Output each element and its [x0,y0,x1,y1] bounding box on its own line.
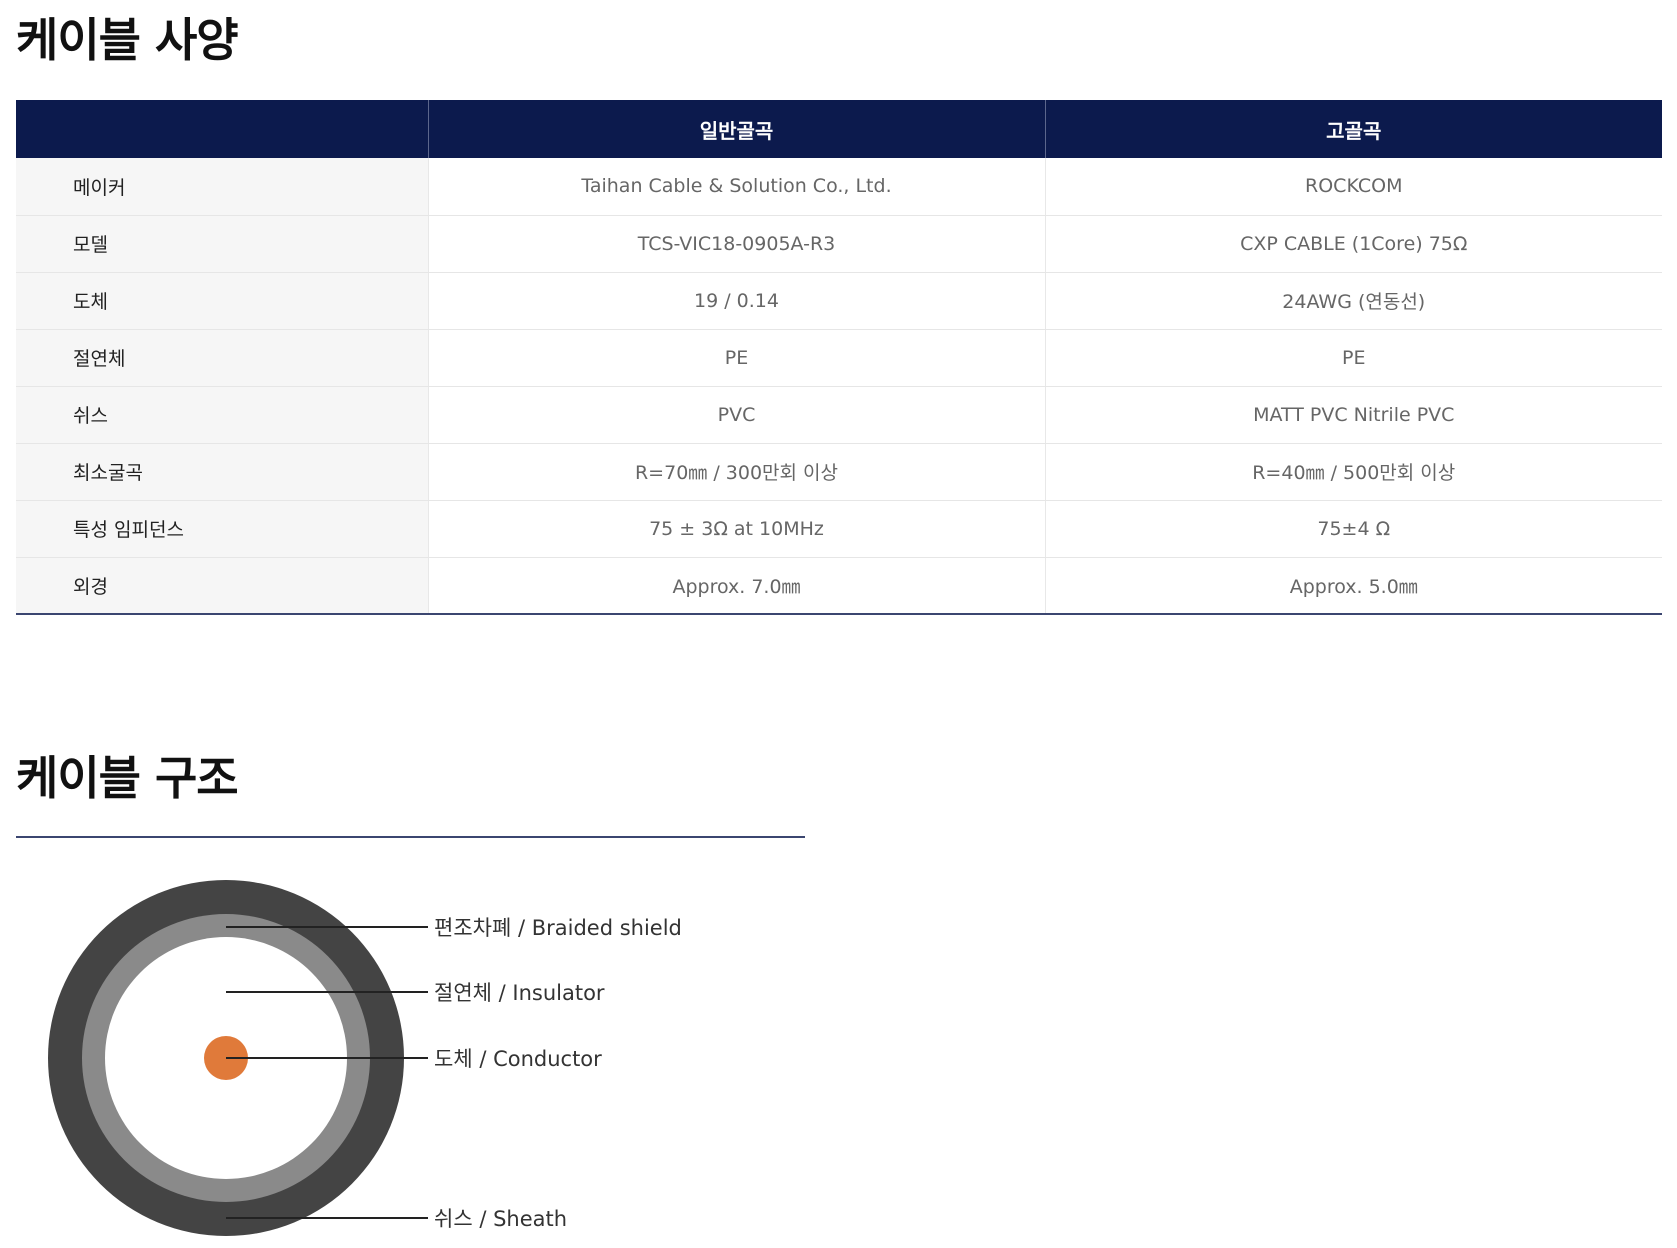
row-label: 특성 임피던스 [16,500,428,558]
high-value: R=40㎜ / 500만회 이상 [1044,443,1662,501]
high-value: ROCKCOM [1044,158,1662,216]
braided-shield-label: 편조차폐 / Braided shield [434,916,682,940]
spec-table: 일반골곡 고골곡 메이커 Taihan Cable & Solution Co.… [16,100,1662,615]
insulator-label: 절연체 / Insulator [434,981,605,1005]
table-row: 외경 Approx. 7.0㎜ Approx. 5.0㎜ [16,557,1662,614]
table-row: 모델 TCS-VIC18-0905A-R3 CXP CABLE (1Core) … [16,215,1662,273]
structure-section-title: 케이블 구조 [16,751,239,805]
general-value: PVC [427,386,1045,444]
row-label: 모델 [16,215,428,273]
high-value: MATT PVC Nitrile PVC [1044,386,1662,444]
header-high-bending: 고골곡 [1044,100,1662,158]
general-value: TCS-VIC18-0905A-R3 [427,215,1045,273]
general-value: Taihan Cable & Solution Co., Ltd. [427,158,1045,216]
general-value: PE [427,329,1045,387]
table-row: 특성 임피던스 75 ± 3Ω at 10MHz 75±4 Ω [16,500,1662,558]
high-value: 75±4 Ω [1044,500,1662,558]
high-value: CXP CABLE (1Core) 75Ω [1044,215,1662,273]
general-value: R=70㎜ / 300만회 이상 [427,443,1045,501]
general-value: Approx. 7.0㎜ [427,557,1045,614]
table-row: 절연체 PE PE [16,329,1662,387]
high-value: Approx. 5.0㎜ [1044,557,1662,614]
row-label: 쉬스 [16,386,428,444]
high-value: PE [1044,329,1662,387]
header-empty-cell [16,100,428,158]
spec-table-header-row: 일반골곡 고골곡 [16,100,1662,158]
general-value: 19 / 0.14 [427,272,1045,330]
table-row: 도체 19 / 0.14 24AWG (연동선) [16,272,1662,330]
table-row: 쉬스 PVC MATT PVC Nitrile PVC [16,386,1662,444]
section-divider [16,836,805,838]
row-label: 외경 [16,557,428,614]
row-label: 메이커 [16,158,428,216]
row-label: 최소굴곡 [16,443,428,501]
sheath-label: 쉬스 / Sheath [434,1207,567,1231]
row-label: 도체 [16,272,428,330]
table-row: 메이커 Taihan Cable & Solution Co., Ltd. RO… [16,158,1662,216]
table-row: 최소굴곡 R=70㎜ / 300만회 이상 R=40㎜ / 500만회 이상 [16,443,1662,501]
general-value: 75 ± 3Ω at 10MHz [427,500,1045,558]
high-value: 24AWG (연동선) [1044,272,1662,330]
header-general-bending: 일반골곡 [427,100,1045,158]
row-label: 절연체 [16,329,428,387]
conductor-label: 도체 / Conductor [434,1047,602,1071]
cable-cross-section-diagram: 편조차폐 / Braided shield 절연체 / Insulator 도체… [48,880,682,1236]
spec-section-title: 케이블 사양 [16,13,239,67]
